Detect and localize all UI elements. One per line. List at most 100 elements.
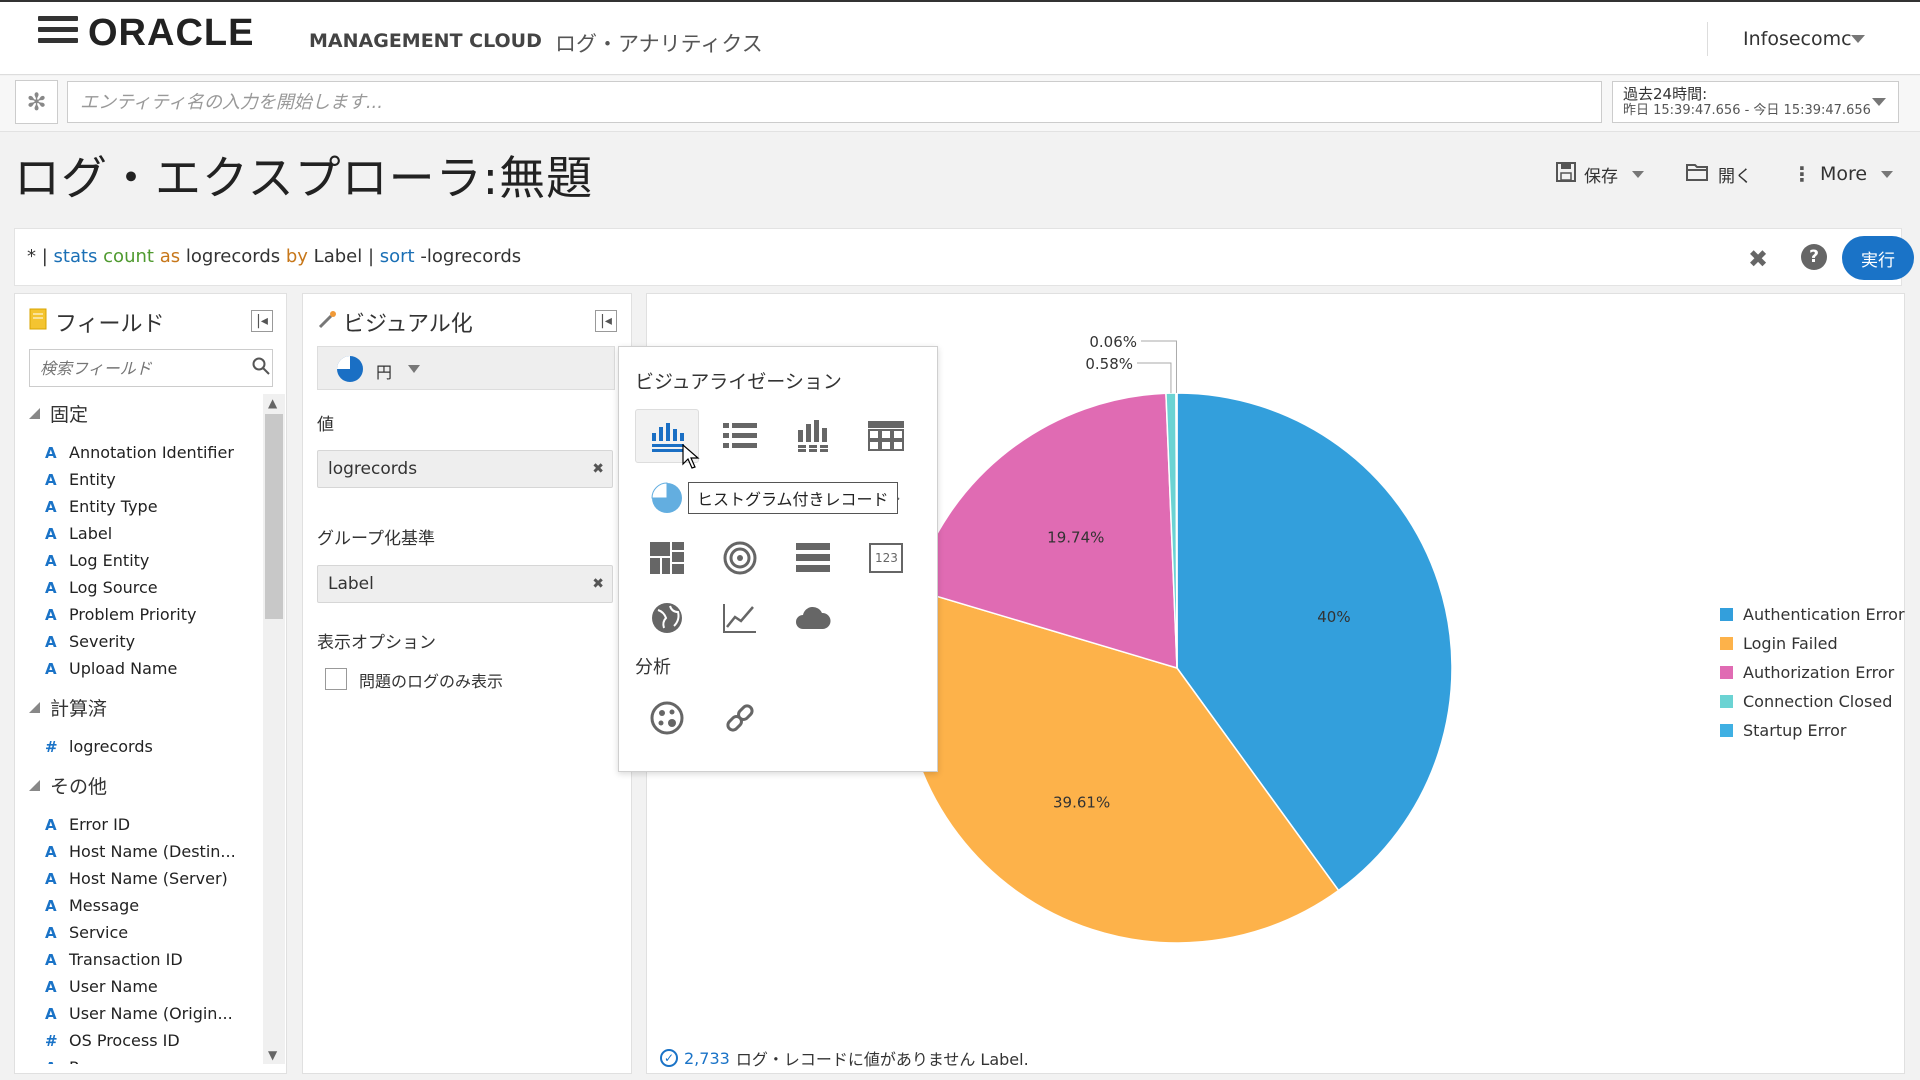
legend-item[interactable]: Authentication Error xyxy=(1720,600,1905,629)
field-search-input[interactable] xyxy=(29,349,273,387)
link-analysis-icon[interactable] xyxy=(708,691,772,745)
legend-item[interactable]: Connection Closed xyxy=(1720,687,1905,716)
field-item[interactable]: A Upload Name xyxy=(15,655,263,682)
open-button[interactable]: 開く xyxy=(1686,162,1752,187)
field-item[interactable]: A Service xyxy=(15,919,263,946)
visualization-type-select[interactable]: 円 xyxy=(317,346,615,390)
field-item[interactable]: A Log Source xyxy=(15,574,263,601)
run-button[interactable]: 実行 xyxy=(1842,236,1914,280)
field-item[interactable]: A Transaction ID xyxy=(15,946,263,973)
numeric-type-icon: # xyxy=(45,1032,58,1050)
string-type-icon: A xyxy=(45,444,57,462)
fields-panel: フィールド |◂ 固定 A Annotation Identifier A Entity… xyxy=(14,293,287,1074)
legend-item[interactable]: Startup Error xyxy=(1720,716,1905,745)
more-button[interactable]: ⋮ More xyxy=(1792,162,1894,186)
legend-swatch xyxy=(1720,666,1733,679)
chevron-down-icon[interactable] xyxy=(1851,35,1865,43)
query-bar[interactable]: * | stats count as logrecords by Label |… xyxy=(14,228,1914,286)
product-name: MANAGEMENT CLOUD xyxy=(309,30,542,52)
tile-number-icon[interactable]: 123 xyxy=(854,531,918,585)
pie-slice-label: 0.06% xyxy=(1089,333,1137,351)
string-type-icon: A xyxy=(45,498,57,516)
legend-swatch xyxy=(1720,724,1733,737)
field-item[interactable]: A User Name (Origin... xyxy=(15,1000,263,1027)
word-cloud-icon[interactable] xyxy=(781,591,845,645)
field-group-header[interactable]: その他 xyxy=(29,772,263,799)
table-grid-icon[interactable] xyxy=(854,409,918,463)
globe-map-icon[interactable] xyxy=(635,591,699,645)
legend-label: Authorization Error xyxy=(1743,663,1895,682)
pie-slice[interactable] xyxy=(1175,392,1178,669)
collapse-panel-icon[interactable]: |◂ xyxy=(595,310,617,332)
field-item[interactable]: A Message xyxy=(15,892,263,919)
treemap-icon[interactable] xyxy=(635,531,699,585)
remove-icon[interactable]: ✖ xyxy=(592,451,604,487)
collapse-panel-icon[interactable]: |◂ xyxy=(251,310,273,332)
chart-legend: Authentication Error Login Failed Authoriz… xyxy=(1720,600,1905,745)
field-item[interactable]: AProgram xyxy=(15,1054,263,1064)
value-field-pill[interactable]: logrecords ✖ xyxy=(317,450,613,488)
legend-item[interactable]: Login Failed xyxy=(1720,629,1905,658)
pie-slice-label: 0.58% xyxy=(1085,355,1133,373)
string-type-icon: A xyxy=(45,870,57,888)
legend-item[interactable]: Authorization Error xyxy=(1720,658,1905,687)
collapse-triangle-icon[interactable] xyxy=(29,780,40,791)
field-item[interactable]: A Host Name (Server) xyxy=(15,865,263,892)
field-item[interactable]: A Severity xyxy=(15,628,263,655)
line-chart-icon[interactable] xyxy=(708,591,772,645)
cluster-analysis-icon[interactable] xyxy=(635,691,699,745)
records-table-icon[interactable] xyxy=(708,409,772,463)
chevron-down-icon[interactable] xyxy=(1632,171,1644,178)
field-item[interactable]: A Annotation Identifier xyxy=(15,439,263,466)
records-without-value-note: ✓ 2,733 ログ・レコードに値がありません Label. xyxy=(660,1046,1029,1070)
field-item[interactable]: # logrecords xyxy=(15,733,263,760)
field-name: User Name (Origin... xyxy=(69,1004,233,1023)
time-range-selector[interactable]: 過去24時間: 昨日 15:39:47.656 - 今日 15:39:47.65… xyxy=(1612,81,1899,123)
chevron-down-icon[interactable] xyxy=(1872,98,1886,106)
save-button[interactable]: 保存 xyxy=(1556,162,1644,187)
entity-search-input[interactable] xyxy=(67,81,1602,123)
missing-record-count[interactable]: 2,733 xyxy=(684,1049,730,1068)
field-group-header[interactable]: 計算済 xyxy=(29,694,263,721)
field-group-name: その他 xyxy=(50,776,108,798)
field-item[interactable]: A Host Name (Destin... xyxy=(15,838,263,865)
collapse-triangle-icon[interactable] xyxy=(29,408,40,419)
collapse-triangle-icon[interactable] xyxy=(29,702,40,713)
field-item[interactable]: A Problem Priority xyxy=(15,601,263,628)
string-type-icon: A xyxy=(45,897,57,915)
string-type-icon: A xyxy=(45,843,57,861)
horizontal-bar-icon[interactable] xyxy=(781,531,845,585)
search-icon[interactable] xyxy=(252,357,270,380)
hamburger-menu-icon[interactable] xyxy=(38,16,78,48)
problem-logs-only-checkbox[interactable] xyxy=(325,668,347,690)
field-item[interactable]: A Log Entity xyxy=(15,547,263,574)
chevron-up-icon[interactable]: ▲ xyxy=(268,396,277,410)
field-item[interactable]: A Entity xyxy=(15,466,263,493)
field-item[interactable]: A User Name xyxy=(15,973,263,1000)
query-text[interactable]: * | stats count as logrecords by Label |… xyxy=(27,246,521,267)
topology-icon[interactable]: ✻ xyxy=(15,80,58,124)
field-group-header[interactable]: 固定 xyxy=(29,400,263,427)
field-list-scrollbar[interactable]: ▲ ▼ xyxy=(263,394,285,1064)
histogram-table-icon[interactable] xyxy=(781,409,845,463)
query-token: logrecords xyxy=(180,246,286,267)
user-menu[interactable]: Infosecomc xyxy=(1743,28,1852,50)
chevron-down-icon[interactable] xyxy=(1881,170,1894,178)
svg-text:123: 123 xyxy=(875,551,898,565)
clear-query-icon[interactable]: ✖ xyxy=(1748,245,1768,273)
query-keyword: by xyxy=(285,246,308,267)
remove-icon[interactable]: ✖ xyxy=(592,566,604,602)
chevron-down-icon[interactable] xyxy=(408,365,420,373)
field-name: Host Name (Server) xyxy=(69,869,228,888)
string-type-icon: A xyxy=(45,660,57,678)
scrollbar-thumb[interactable] xyxy=(265,414,283,619)
chevron-down-icon[interactable]: ▼ xyxy=(268,1048,277,1062)
field-item[interactable]: A Error ID xyxy=(15,811,263,838)
group-by-field-pill[interactable]: Label ✖ xyxy=(317,565,613,603)
field-item[interactable]: # OS Process ID xyxy=(15,1027,263,1054)
help-icon[interactable]: ? xyxy=(1801,244,1827,270)
field-item[interactable]: A Label xyxy=(15,520,263,547)
query-keyword: stats xyxy=(53,246,98,267)
field-item[interactable]: A Entity Type xyxy=(15,493,263,520)
sunburst-icon[interactable] xyxy=(708,531,772,585)
